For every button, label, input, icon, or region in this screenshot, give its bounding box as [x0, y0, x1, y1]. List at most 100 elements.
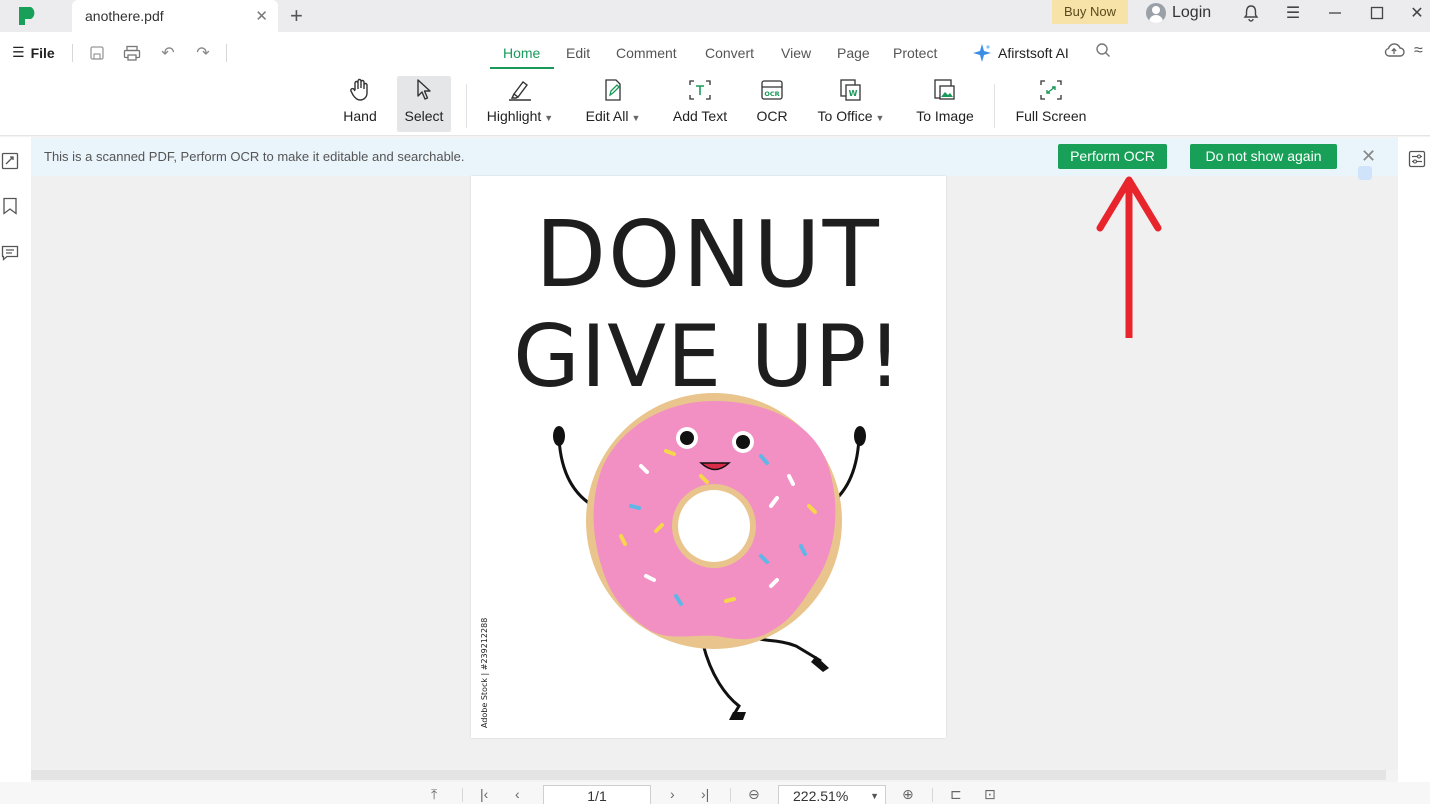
- tab-view[interactable]: View: [781, 45, 811, 61]
- tab-afirstsoft-ai[interactable]: Afirstsoft AI: [972, 43, 1069, 63]
- login-button[interactable]: Login: [1146, 2, 1211, 24]
- highlighter-icon: [507, 76, 533, 104]
- tab-page[interactable]: Page: [837, 45, 870, 61]
- file-menu-label: File: [30, 44, 55, 61]
- scroll-to-top-icon[interactable]: ⤒: [431, 786, 437, 803]
- tab-convert[interactable]: Convert: [705, 45, 754, 61]
- edit-all-label: Edit All ▼: [585, 108, 641, 124]
- previous-page-icon[interactable]: ‹: [515, 786, 520, 802]
- minimize-icon[interactable]: [1324, 2, 1346, 24]
- to-office-label: To Office ▼: [817, 108, 885, 124]
- tab-title: anothere.pdf: [85, 8, 164, 24]
- title-bar: anothere.pdf ✕ + Buy Now Login ☰ ✕: [0, 0, 1430, 32]
- tab-home[interactable]: Home: [503, 45, 540, 61]
- tab-close-icon[interactable]: ✕: [255, 7, 268, 25]
- cloud-upload-icon[interactable]: [1383, 42, 1405, 63]
- buy-now-button[interactable]: Buy Now: [1052, 0, 1128, 24]
- app-logo-icon: [19, 7, 35, 25]
- maximize-icon[interactable]: [1366, 2, 1388, 24]
- first-page-icon[interactable]: |‹: [480, 786, 488, 802]
- to-office-icon: W: [838, 76, 864, 104]
- tab-edit[interactable]: Edit: [566, 45, 590, 61]
- menu-bar: ☰ File ↶ ↷ Home Edit Comment Convert Vie…: [0, 32, 1430, 74]
- document-tab[interactable]: anothere.pdf ✕: [72, 0, 278, 32]
- left-sidebar: [0, 137, 31, 782]
- highlight-tool-button[interactable]: Highlight ▼: [482, 76, 558, 132]
- page-tool-icon[interactable]: [1358, 166, 1372, 180]
- add-text-icon: [687, 76, 713, 104]
- new-tab-icon[interactable]: +: [290, 3, 303, 29]
- divider: [994, 84, 995, 128]
- login-label: Login: [1172, 4, 1212, 21]
- zoom-level-select[interactable]: 222.51% ▼: [778, 785, 886, 804]
- divider: [730, 788, 731, 802]
- do-not-show-again-button[interactable]: Do not show again: [1190, 144, 1337, 169]
- save-icon[interactable]: [86, 42, 108, 64]
- select-label: Select: [404, 108, 444, 124]
- search-icon[interactable]: [1095, 42, 1111, 63]
- ribbon-toolbar: Hand Select Highlight ▼ Edit All ▼ Add Tex…: [0, 74, 1430, 136]
- tab-comment[interactable]: Comment: [616, 45, 677, 61]
- right-sidebar: [1398, 137, 1430, 782]
- chevron-down-icon: ▼: [870, 791, 879, 801]
- poster-line-1: DONUT: [535, 201, 881, 308]
- svg-text:OCR: OCR: [764, 90, 779, 98]
- poster-line-2: GIVE UP!: [513, 307, 903, 407]
- fit-width-icon[interactable]: ⊡: [984, 786, 996, 803]
- ocr-button[interactable]: OCR OCR: [752, 76, 792, 132]
- bookmark-icon[interactable]: [1, 197, 19, 215]
- hand-tool-button[interactable]: Hand: [338, 76, 382, 132]
- user-avatar-icon: [1146, 3, 1166, 23]
- close-window-icon[interactable]: ✕: [1406, 2, 1428, 24]
- print-icon[interactable]: [121, 42, 143, 64]
- ocr-notice-bar: This is a scanned PDF, Perform OCR to ma…: [31, 138, 1398, 176]
- zoom-out-icon[interactable]: ⊖: [748, 786, 760, 803]
- pdf-page[interactable]: DONUT GIVE UP! Adobe Stock | #239212288: [471, 176, 946, 738]
- to-office-button[interactable]: W To Office ▼: [813, 76, 889, 132]
- ocr-label: OCR: [756, 108, 788, 124]
- bell-icon[interactable]: [1240, 2, 1262, 24]
- file-menu-button[interactable]: ☰ File: [12, 44, 55, 61]
- full-screen-label: Full Screen: [1015, 108, 1087, 124]
- select-tool-button[interactable]: Select: [397, 76, 451, 132]
- full-screen-button[interactable]: Full Screen: [1011, 76, 1091, 132]
- tab-protect[interactable]: Protect: [893, 45, 937, 61]
- divider: [466, 84, 467, 128]
- undo-icon[interactable]: ↶: [157, 42, 179, 64]
- ai-label: Afirstsoft AI: [998, 45, 1069, 61]
- edit-icon: [602, 76, 624, 104]
- divider: [462, 788, 463, 802]
- donut-illustration: DONUT GIVE UP! Adobe Stock | #239212288: [480, 201, 903, 728]
- properties-panel-icon[interactable]: [1408, 150, 1426, 168]
- document-viewer[interactable]: DONUT GIVE UP! Adobe Stock | #239212288: [31, 176, 1398, 770]
- hand-label: Hand: [343, 108, 377, 124]
- edit-all-button[interactable]: Edit All ▼: [580, 76, 646, 132]
- to-image-label: To Image: [916, 108, 974, 124]
- close-notice-icon[interactable]: ✕: [1361, 146, 1376, 167]
- red-arrow-annotation: [1096, 176, 1162, 338]
- active-tab-underline: [490, 67, 554, 69]
- zoom-in-icon[interactable]: ⊕: [902, 786, 914, 803]
- last-page-icon[interactable]: ›|: [701, 786, 709, 802]
- horizontal-scrollbar[interactable]: [31, 770, 1386, 780]
- add-text-button[interactable]: Add Text: [668, 76, 732, 132]
- hamburger-menu-icon[interactable]: ☰: [1282, 2, 1304, 24]
- highlight-label: Highlight ▼: [486, 108, 554, 124]
- status-bar: ⤒ |‹ ‹ 1/1 › ›| ⊖ 222.51% ▼ ⊕ ⊏ ⊡: [0, 782, 1430, 804]
- divider: [226, 44, 227, 62]
- zoom-level-value: 222.51%: [793, 788, 849, 804]
- to-image-button[interactable]: To Image: [912, 76, 978, 132]
- page-number-input[interactable]: 1/1: [543, 785, 651, 804]
- fit-page-icon[interactable]: ⊏: [950, 786, 962, 803]
- collapse-ribbon-icon[interactable]: ≈: [1414, 42, 1423, 60]
- divider: [72, 44, 73, 62]
- sparkle-icon: [973, 44, 991, 62]
- thumbnails-icon[interactable]: [1, 152, 19, 170]
- redo-icon[interactable]: ↷: [192, 42, 214, 64]
- next-page-icon[interactable]: ›: [670, 786, 675, 802]
- hand-icon: [349, 76, 371, 104]
- notice-message: This is a scanned PDF, Perform OCR to ma…: [44, 149, 465, 164]
- perform-ocr-button[interactable]: Perform OCR: [1058, 144, 1167, 169]
- menu-lines-icon: ☰: [12, 44, 25, 60]
- comments-icon[interactable]: [1, 244, 19, 262]
